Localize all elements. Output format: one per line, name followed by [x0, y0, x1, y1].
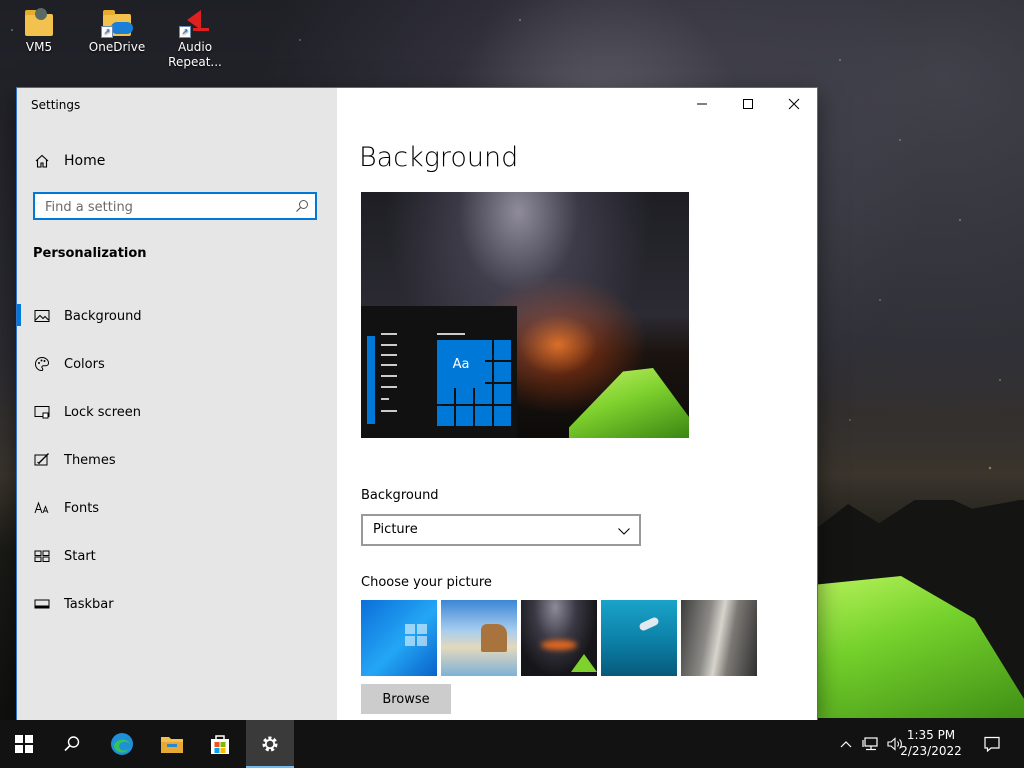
picture-thumbnail-beach[interactable]: [441, 600, 517, 676]
settings-sidebar: Settings Home Personalization Background: [17, 88, 337, 720]
browse-button[interactable]: Browse: [361, 684, 451, 714]
sidebar-item-start[interactable]: Start: [17, 532, 337, 580]
palette-icon: [34, 356, 50, 372]
desktop-icon-label: Audio Repeat...: [168, 40, 222, 69]
choose-picture-label: Choose your picture: [361, 575, 492, 590]
background-dropdown[interactable]: Picture: [361, 514, 641, 546]
page-title: Background: [359, 142, 519, 173]
sidebar-item-colors[interactable]: Colors: [17, 340, 337, 388]
show-hidden-icons-button[interactable]: [836, 720, 856, 768]
taskbar-clock[interactable]: 1:35 PM 2/23/2022: [896, 727, 966, 759]
sidebar-item-label: Taskbar: [64, 596, 114, 612]
sidebar-item-label: Fonts: [64, 500, 100, 516]
close-button[interactable]: [771, 88, 817, 120]
settings-content: Background Aa Background Picture Choose …: [337, 88, 817, 720]
picture-thumbnails: [361, 600, 757, 676]
picture-thumbnail-rock[interactable]: [681, 600, 757, 676]
picture-icon: [34, 310, 50, 322]
preview-tent: [569, 368, 689, 438]
picture-thumbnail-night-tent[interactable]: [521, 600, 597, 676]
sidebar-item-label: Colors: [64, 356, 105, 372]
sidebar-item-lock-screen[interactable]: Lock screen: [17, 388, 337, 436]
clock-time: 1:35 PM: [906, 728, 956, 742]
section-header: Personalization: [33, 246, 147, 261]
search-box[interactable]: [33, 192, 317, 220]
search-icon: [64, 736, 80, 752]
sidebar-item-background[interactable]: Background: [17, 292, 337, 340]
network-icon: [862, 737, 878, 751]
settings-icon: [262, 736, 278, 752]
background-dropdown-value: Picture: [373, 522, 418, 537]
picture-thumbnail-underwater[interactable]: [601, 600, 677, 676]
sidebar-nav: Background Colors Lock screen Themes Fon…: [17, 292, 337, 628]
file-explorer-icon: [161, 737, 183, 753]
picture-thumbnail-windows[interactable]: [361, 600, 437, 676]
windows-logo-icon: [15, 735, 33, 753]
preview-start-menu: Aa: [361, 306, 517, 438]
maximize-button[interactable]: [725, 88, 771, 120]
desktop-icon-label: OneDrive: [88, 40, 146, 54]
sidebar-item-taskbar[interactable]: Taskbar: [17, 580, 337, 628]
sidebar-item-label: Themes: [64, 452, 116, 468]
taskbar-store-button[interactable]: [196, 720, 244, 768]
taskbar: 1:35 PM 2/23/2022: [0, 720, 1024, 768]
sidebar-item-home[interactable]: Home: [17, 146, 337, 176]
settings-window: Settings Home Personalization Background: [17, 88, 817, 720]
sidebar-home-label: Home: [64, 153, 106, 169]
audio-repeater-icon: ↗: [179, 6, 211, 38]
taskbar-file-explorer-button[interactable]: [148, 720, 196, 768]
taskbar-settings-button[interactable]: [246, 720, 294, 768]
preview-tile-text: Aa: [437, 340, 485, 388]
maximize-icon: [743, 99, 753, 109]
notification-icon: [984, 736, 1000, 753]
chevron-down-icon: [618, 528, 630, 535]
lock-screen-icon: [34, 406, 50, 419]
themes-icon: [34, 453, 49, 466]
minimize-button[interactable]: [679, 88, 725, 120]
sidebar-item-label: Lock screen: [64, 404, 141, 420]
sidebar-item-themes[interactable]: Themes: [17, 436, 337, 484]
home-icon: [35, 154, 49, 168]
close-icon: [788, 98, 800, 110]
sidebar-item-label: Background: [64, 308, 142, 324]
background-label: Background: [361, 488, 439, 503]
sidebar-item-fonts[interactable]: Fonts: [17, 484, 337, 532]
clock-date: 2/23/2022: [900, 744, 962, 758]
search-input[interactable]: [43, 196, 287, 218]
taskbar-icon: [34, 599, 50, 609]
fonts-icon: [34, 501, 49, 514]
desktop-icon-vm5[interactable]: VM5: [1, 6, 77, 55]
network-button[interactable]: [860, 720, 882, 768]
action-center-button[interactable]: [976, 720, 1008, 768]
folder-user-icon: [23, 6, 55, 38]
sidebar-item-label: Start: [64, 548, 96, 564]
taskbar-edge-button[interactable]: [98, 720, 146, 768]
onedrive-folder-icon: ↗: [101, 6, 133, 38]
desktop-icon-onedrive[interactable]: ↗ OneDrive: [79, 6, 155, 55]
search-icon[interactable]: [295, 199, 309, 213]
store-icon: [211, 735, 229, 754]
minimize-icon: [697, 103, 707, 105]
chevron-up-icon: [840, 741, 852, 748]
taskbar-search-button[interactable]: [48, 720, 96, 768]
edge-icon: [111, 733, 133, 755]
start-icon: [34, 550, 50, 562]
desktop-icon-label: VM5: [25, 40, 53, 54]
wallpaper-landscape: [817, 500, 1024, 720]
start-button[interactable]: [0, 720, 48, 768]
background-preview: Aa: [361, 192, 689, 438]
desktop-icon-audio-repeater[interactable]: ↗ Audio Repeat...: [157, 6, 233, 70]
window-title: Settings: [31, 98, 81, 112]
